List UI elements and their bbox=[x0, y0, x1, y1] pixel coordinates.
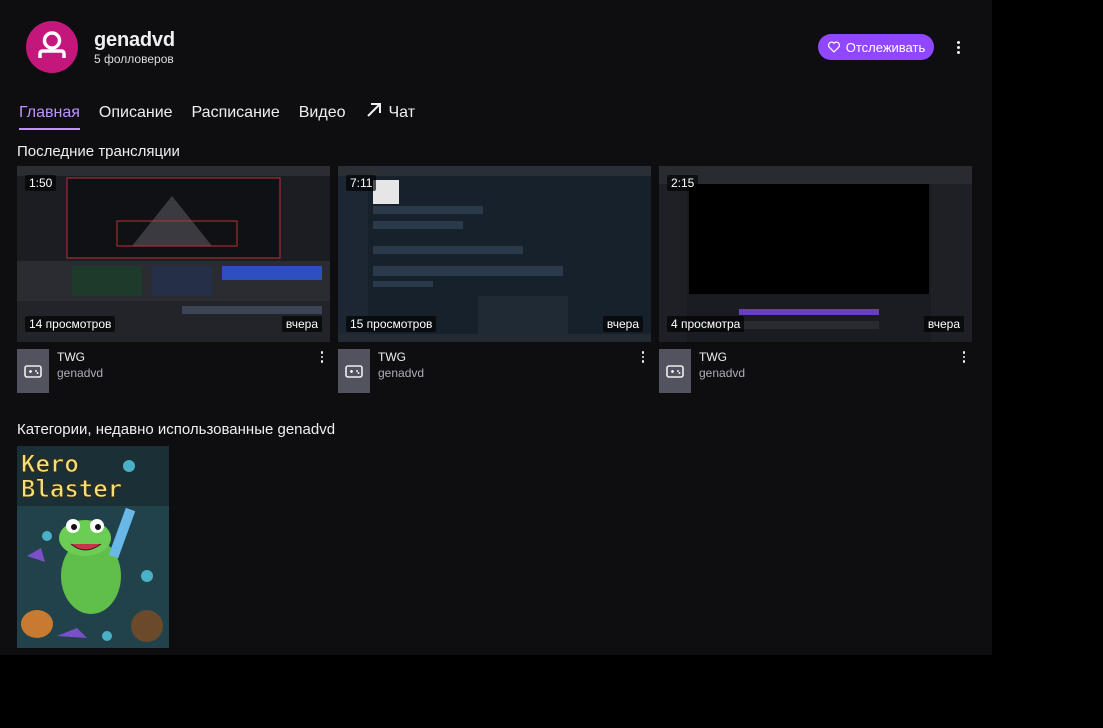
channel-tabs: Главная Описание Расписание Видео Чат bbox=[19, 100, 415, 130]
channel-avatar[interactable] bbox=[26, 21, 78, 73]
video-duration: 7:11 bbox=[346, 175, 377, 191]
video-owner[interactable]: genadvd bbox=[378, 366, 424, 380]
video-owner[interactable]: genadvd bbox=[57, 366, 103, 380]
video-date: вчера bbox=[602, 316, 643, 332]
video-thumbnail[interactable]: 1:50 14 просмотров вчера bbox=[17, 166, 330, 342]
video-thumbnail[interactable]: 2:15 4 просмотра вчера bbox=[659, 166, 972, 342]
follow-button-label: Отслеживать bbox=[845, 39, 926, 55]
more-vertical-icon[interactable] bbox=[316, 350, 328, 364]
video-thumbnail[interactable]: 7:11 15 просмотров вчера bbox=[338, 166, 651, 342]
video-views: 14 просмотров bbox=[25, 316, 116, 332]
tab-schedule[interactable]: Расписание bbox=[192, 100, 280, 130]
follower-count: 5 фолловеров bbox=[94, 52, 174, 66]
video-game-title[interactable]: TWG bbox=[378, 350, 406, 364]
follow-button[interactable]: Отслеживать bbox=[818, 34, 934, 60]
channel-page: genadvd 5 фолловеров Отслеживать Главная… bbox=[0, 0, 992, 655]
video-card: 7:11 15 просмотров вчера TWG genadvd bbox=[338, 166, 651, 396]
kero-blaster-boxart-image: Kero Blaster bbox=[17, 446, 169, 648]
gamepad-icon bbox=[24, 365, 42, 378]
more-vertical-icon[interactable] bbox=[637, 350, 649, 364]
external-arrow-icon bbox=[366, 103, 381, 117]
video-game-title[interactable]: TWG bbox=[699, 350, 727, 364]
more-vertical-icon[interactable] bbox=[948, 37, 968, 57]
video-date: вчера bbox=[281, 316, 322, 332]
video-card: 2:15 4 просмотра вчера TWG genadvd bbox=[659, 166, 972, 396]
game-boxart[interactable] bbox=[659, 349, 691, 393]
recent-categories-title: Категории, недавно использованные genadv… bbox=[17, 421, 336, 438]
video-date: вчера bbox=[923, 316, 964, 332]
category-boxart[interactable]: Kero Blaster bbox=[17, 446, 169, 648]
heart-icon bbox=[827, 41, 840, 53]
tab-home[interactable]: Главная bbox=[19, 100, 80, 130]
tab-videos[interactable]: Видео bbox=[299, 100, 346, 130]
svg-text:Kero: Kero bbox=[21, 450, 79, 478]
gamepad-icon bbox=[345, 365, 363, 378]
video-game-title[interactable]: TWG bbox=[57, 350, 85, 364]
game-boxart[interactable] bbox=[338, 349, 370, 393]
video-views: 15 просмотров bbox=[346, 316, 437, 332]
tab-about[interactable]: Описание bbox=[99, 100, 173, 130]
video-duration: 2:15 bbox=[667, 175, 699, 191]
channel-name[interactable]: genadvd bbox=[94, 29, 175, 52]
recent-broadcasts-title: Последние трансляции bbox=[17, 143, 180, 160]
video-views: 4 просмотра bbox=[667, 316, 745, 332]
tab-chat[interactable]: Чат bbox=[365, 100, 415, 130]
more-vertical-icon[interactable] bbox=[958, 350, 970, 364]
gamepad-icon bbox=[666, 365, 684, 378]
user-icon bbox=[38, 31, 66, 58]
video-duration: 1:50 bbox=[25, 175, 57, 191]
svg-text:Blaster: Blaster bbox=[21, 475, 122, 503]
game-boxart[interactable] bbox=[17, 349, 49, 393]
video-owner[interactable]: genadvd bbox=[699, 366, 745, 380]
video-card: 1:50 14 просмотров вчера TWG genadvd bbox=[17, 166, 330, 396]
